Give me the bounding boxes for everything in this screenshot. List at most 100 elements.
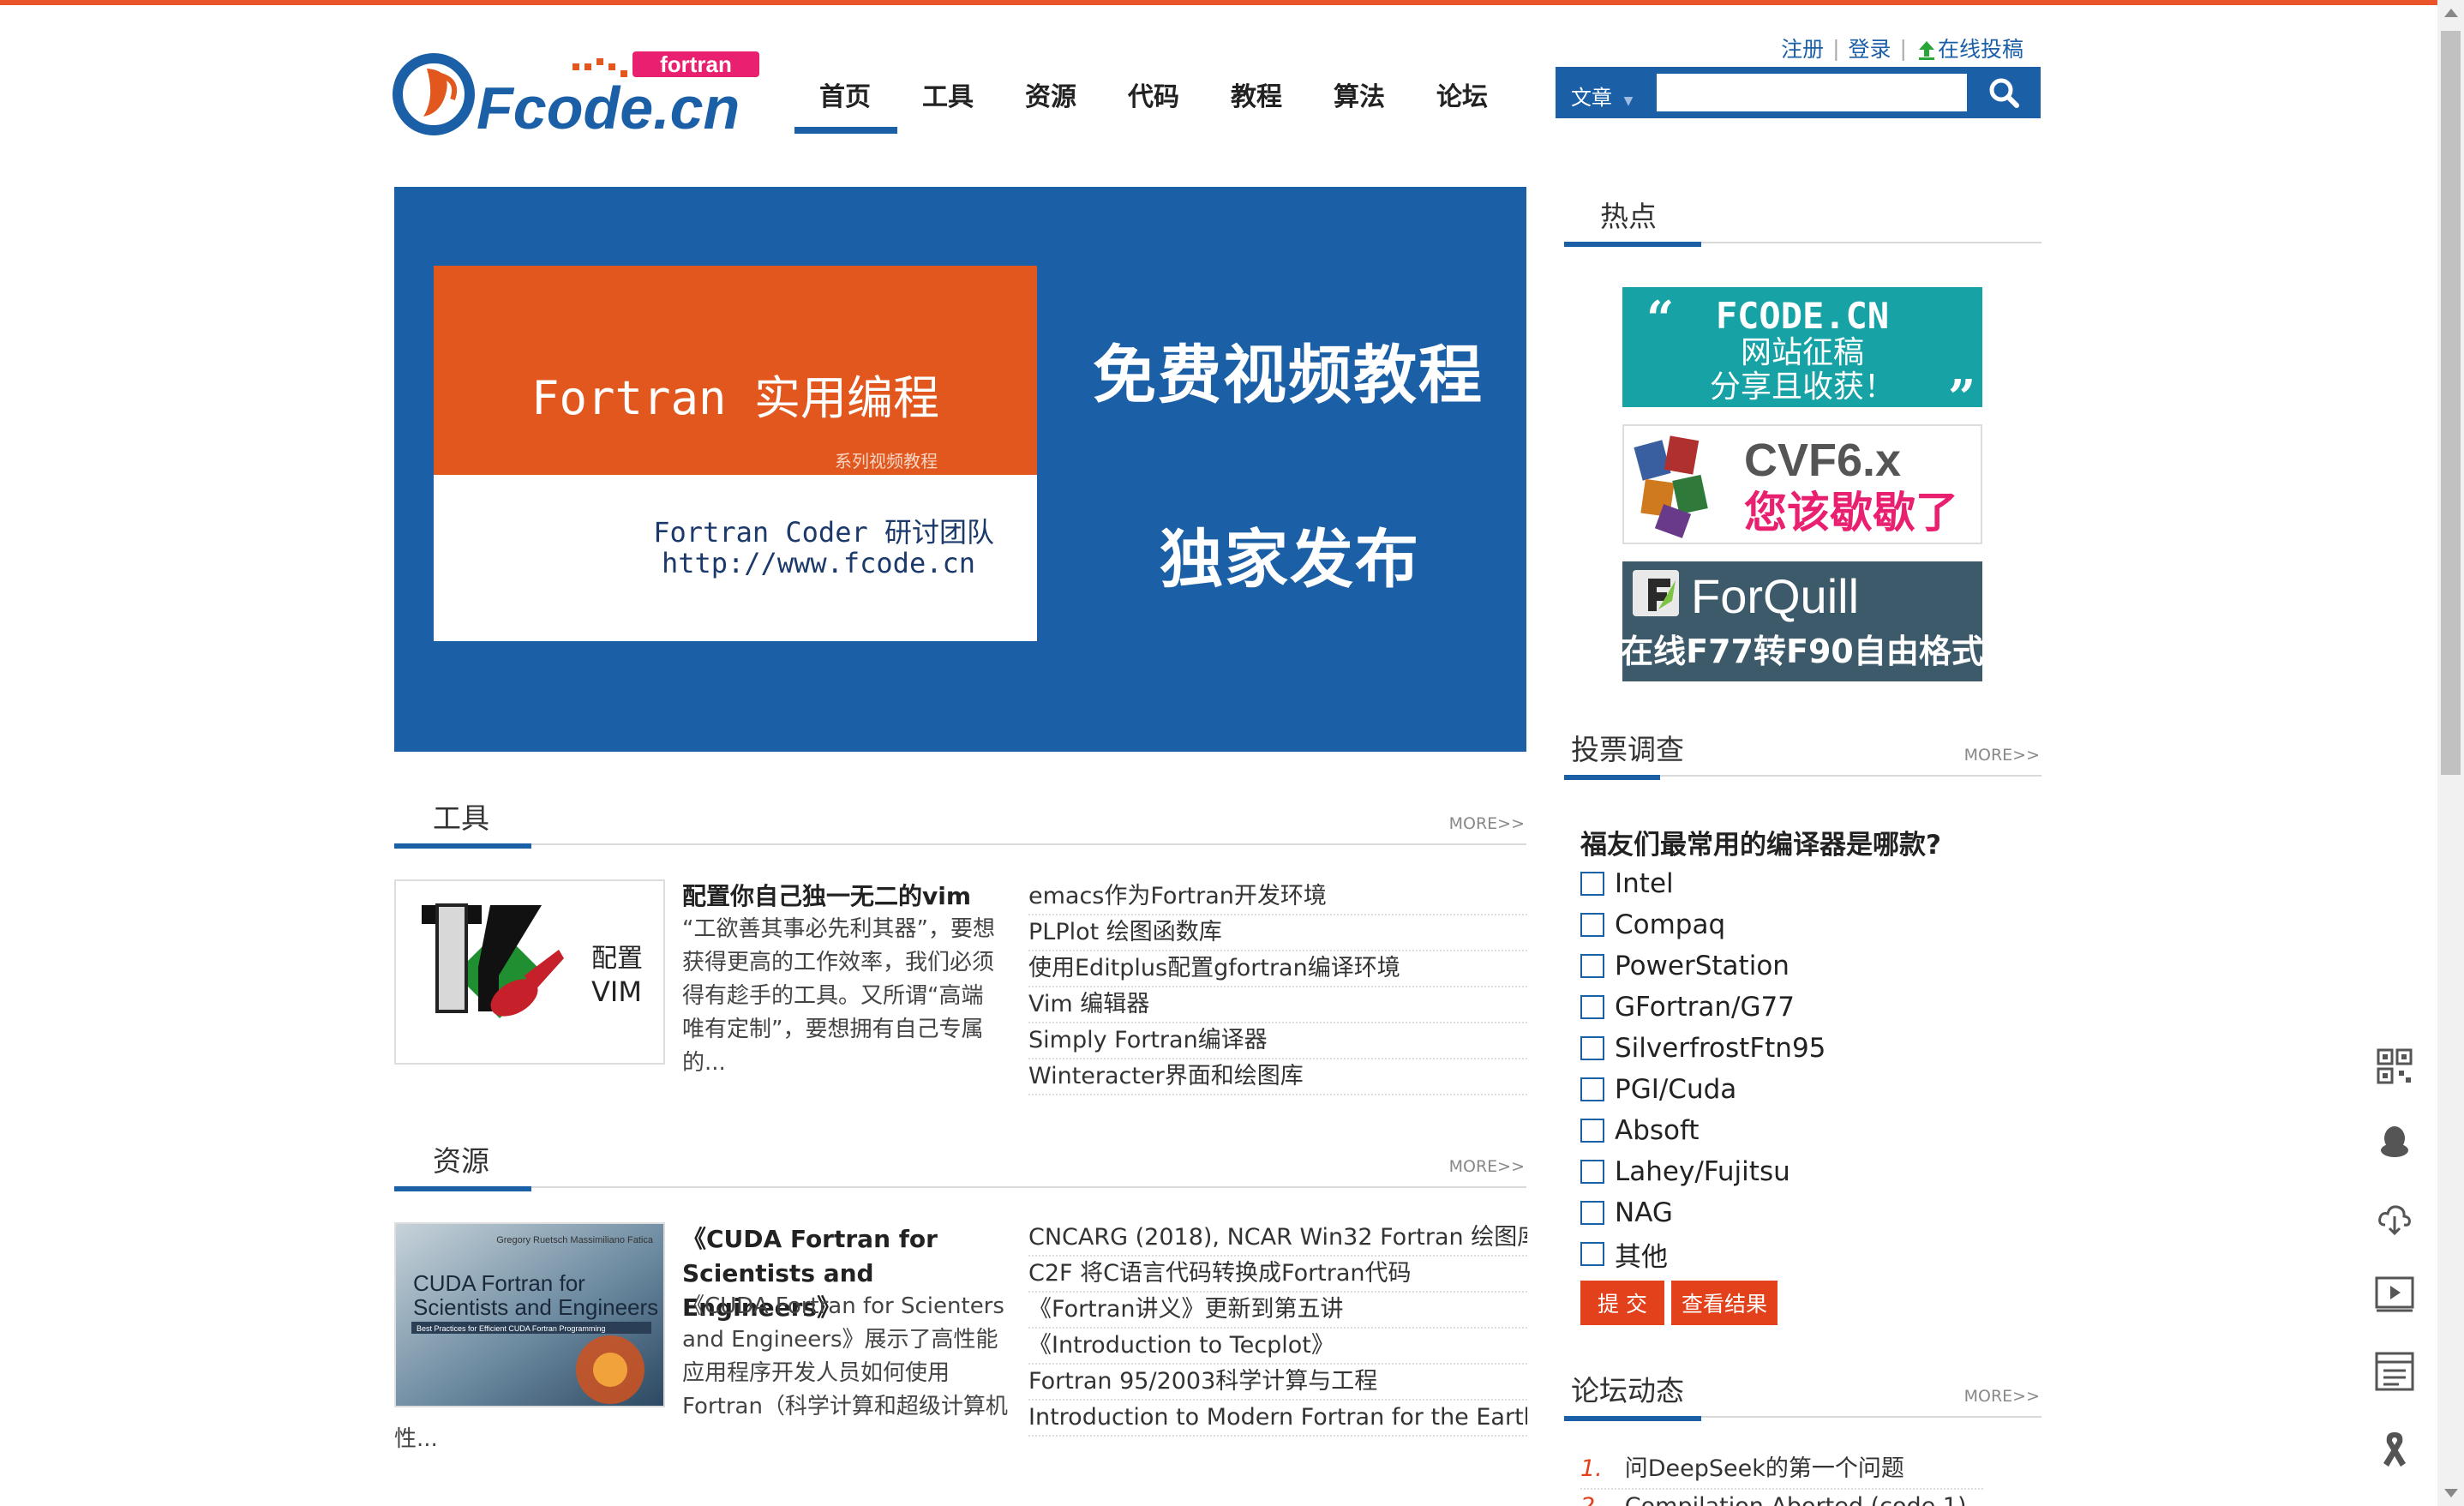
search-category-select[interactable]: 文章 ▼ <box>1571 81 1633 111</box>
section-title-underline <box>1564 242 1701 247</box>
checkbox[interactable] <box>1580 995 1604 1019</box>
ad-cvf6[interactable]: CVF6.x 您该歇歇了 <box>1622 424 1982 544</box>
checkbox[interactable] <box>1580 872 1604 896</box>
poll-option[interactable]: PGI/Cuda <box>1580 1069 1826 1110</box>
hero-banner[interactable]: Fortran 实用编程 系列视频教程 Fortran Coder 研讨团队 h… <box>394 187 1526 752</box>
cloud-download-icon[interactable] <box>2374 1198 2415 1239</box>
top-accent-line <box>0 0 2437 5</box>
scrollbar-thumb[interactable] <box>2441 31 2461 775</box>
ad-line: CVF6.x <box>1744 435 1901 486</box>
register-link[interactable]: 注册 <box>1781 33 1824 63</box>
checkbox[interactable] <box>1580 1119 1604 1143</box>
book-title-line-2: Scientists and Engineers <box>413 1294 658 1320</box>
submit-article-link[interactable]: 在线投稿 <box>1915 33 2023 63</box>
site-logo[interactable]: fortran Fcode.cn <box>393 45 766 141</box>
article-list-icon[interactable] <box>2374 1351 2415 1392</box>
section-title-underline <box>1564 1416 1701 1421</box>
page-scrollbar[interactable] <box>2437 0 2464 1506</box>
list-item[interactable]: 2. Compilation Aborted (code 1) <box>1580 1490 1983 1506</box>
search-button[interactable] <box>1967 67 2041 118</box>
nav-item-code[interactable]: 代码 <box>1128 75 1179 127</box>
section-title-underline <box>394 843 531 849</box>
list-item[interactable]: Simply Fortran编译器 <box>1028 1023 1527 1059</box>
section-title-underline <box>1564 775 1660 780</box>
nav-item-tutorials[interactable]: 教程 <box>1231 75 1282 127</box>
login-link[interactable]: 登录 <box>1849 33 1891 63</box>
checkbox[interactable] <box>1580 1077 1604 1101</box>
poll-question: 福友们最常用的编译器是哪款? <box>1580 830 1941 861</box>
poll-option[interactable]: 其他 <box>1580 1233 1826 1275</box>
list-item[interactable]: Introduction to Modern Fortran for the E… <box>1028 1401 1527 1437</box>
vim-thumbnail[interactable]: 配置 VIM <box>394 879 665 1065</box>
nav-item-home[interactable]: 首页 <box>819 75 871 127</box>
poll-option[interactable]: Lahey/Fujitsu <box>1580 1151 1826 1192</box>
qrcode-icon[interactable] <box>2374 1046 2415 1087</box>
list-item[interactable]: CNCARG (2018), NCAR Win32 Fortran 绘图库 <box>1028 1221 1527 1257</box>
list-item[interactable]: Vim 编辑器 <box>1028 987 1527 1023</box>
poll-option-label: PowerStation <box>1615 951 1790 981</box>
quote-open-icon: “ <box>1646 291 1674 347</box>
book-authors: Gregory Ruetsch Massimiliano Fatica <box>496 1235 654 1245</box>
scroll-down-arrow-icon[interactable] <box>2444 1489 2458 1497</box>
forum-more-link[interactable]: MORE>> <box>1964 1387 2040 1406</box>
cuda-book-thumbnail[interactable]: Gregory Ruetsch Massimiliano Fatica CUDA… <box>394 1222 665 1407</box>
tools-more-link[interactable]: MORE>> <box>1449 814 1525 833</box>
poll-option-label: Absoft <box>1615 1115 1700 1146</box>
book-tagline: Best Practices for Efficient CUDA Fortra… <box>417 1324 605 1333</box>
poll-option[interactable]: PowerStation <box>1580 945 1826 987</box>
poll-results-button[interactable]: 查看结果 <box>1671 1281 1778 1325</box>
poll-option-label: SilverfrostFtn95 <box>1615 1033 1826 1064</box>
checkbox[interactable] <box>1580 1201 1604 1225</box>
article-description: 《CUDA Fortran for Scienters and Engineer… <box>682 1293 1008 1419</box>
list-item-number: 1. <box>1580 1455 1603 1482</box>
checkbox[interactable] <box>1580 913 1604 937</box>
forum-list: 1. 问DeepSeek的第一个问题 2. Compilation Aborted … <box>1580 1452 1983 1506</box>
poll-option[interactable]: SilverfrostFtn95 <box>1580 1028 1826 1069</box>
checkbox[interactable] <box>1580 1036 1604 1060</box>
nav-item-tools[interactable]: 工具 <box>922 75 974 127</box>
ribbon-icon[interactable] <box>2374 1428 2415 1469</box>
banner-subheadline: 独家发布 <box>1160 523 1420 597</box>
video-play-icon[interactable] <box>2374 1274 2415 1315</box>
list-item[interactable]: 《Fortran讲义》更新到第五讲 <box>1028 1293 1527 1329</box>
qq-penguin-icon[interactable] <box>2374 1120 2415 1161</box>
checkbox[interactable] <box>1580 1160 1604 1184</box>
article-title[interactable]: 配置你自己独一无二的vim <box>682 879 999 914</box>
search-input[interactable] <box>1657 74 1967 111</box>
list-item[interactable]: PLPlot 绘图函数库 <box>1028 915 1527 951</box>
poll-option[interactable]: NAG <box>1580 1192 1826 1233</box>
list-item[interactable]: Winteracter界面和绘图库 <box>1028 1059 1527 1095</box>
poll-option[interactable]: Intel <box>1580 863 1826 904</box>
resources-more-link[interactable]: MORE>> <box>1449 1157 1525 1176</box>
banner-card-title: Fortran 实用编程 <box>531 371 940 425</box>
thumb-caption-1: 配置 <box>591 944 643 974</box>
book-title-line-1: CUDA Fortran for <box>413 1270 585 1296</box>
list-item-number: 2. <box>1580 1493 1603 1506</box>
list-item-label: Compilation Aborted (code 1) <box>1625 1493 1967 1506</box>
list-item[interactable]: C2F 将C语言代码转换成Fortran代码 <box>1028 1257 1527 1293</box>
banner-headline: 免费视频教程 <box>1093 339 1484 412</box>
poll-submit-button[interactable]: 提 交 <box>1580 1281 1664 1325</box>
list-item[interactable]: Fortran 95/2003科学计算与工程 <box>1028 1365 1527 1401</box>
checkbox[interactable] <box>1580 1242 1604 1266</box>
resources-link-list: CNCARG (2018), NCAR Win32 Fortran 绘图库 C2… <box>1028 1221 1527 1437</box>
checkbox[interactable] <box>1580 954 1604 978</box>
nav-item-algorithms[interactable]: 算法 <box>1334 75 1385 127</box>
nav-active-indicator <box>794 127 897 134</box>
scroll-up-arrow-icon[interactable] <box>2444 9 2458 17</box>
poll-option[interactable]: GFortran/G77 <box>1580 987 1826 1028</box>
poll-option[interactable]: Absoft <box>1580 1110 1826 1151</box>
nav-item-resources[interactable]: 资源 <box>1025 75 1076 127</box>
ad-call-for-papers[interactable]: “ FCODE.CN 网站征稿 分享且收获！ ” <box>1622 287 1982 407</box>
list-item[interactable]: 《Introduction to Tecplot》 <box>1028 1329 1527 1365</box>
poll-options: Intel Compaq PowerStation GFortran/G77 S… <box>1580 863 1826 1275</box>
ad-forquill[interactable]: ForQuill 在线F77转F90自由格式 <box>1622 561 1982 681</box>
list-item[interactable]: emacs作为Fortran开发环境 <box>1028 879 1527 915</box>
upload-icon <box>1918 41 1934 60</box>
list-item[interactable]: 使用Editplus配置gfortran编译环境 <box>1028 951 1527 987</box>
vote-more-link[interactable]: MORE>> <box>1964 746 2040 765</box>
list-item[interactable]: 1. 问DeepSeek的第一个问题 <box>1580 1452 1983 1490</box>
nav-item-forum[interactable]: 论坛 <box>1436 75 1488 127</box>
poll-option[interactable]: Compaq <box>1580 904 1826 945</box>
resources-section-header: 资源 MORE>> <box>394 1133 1526 1191</box>
